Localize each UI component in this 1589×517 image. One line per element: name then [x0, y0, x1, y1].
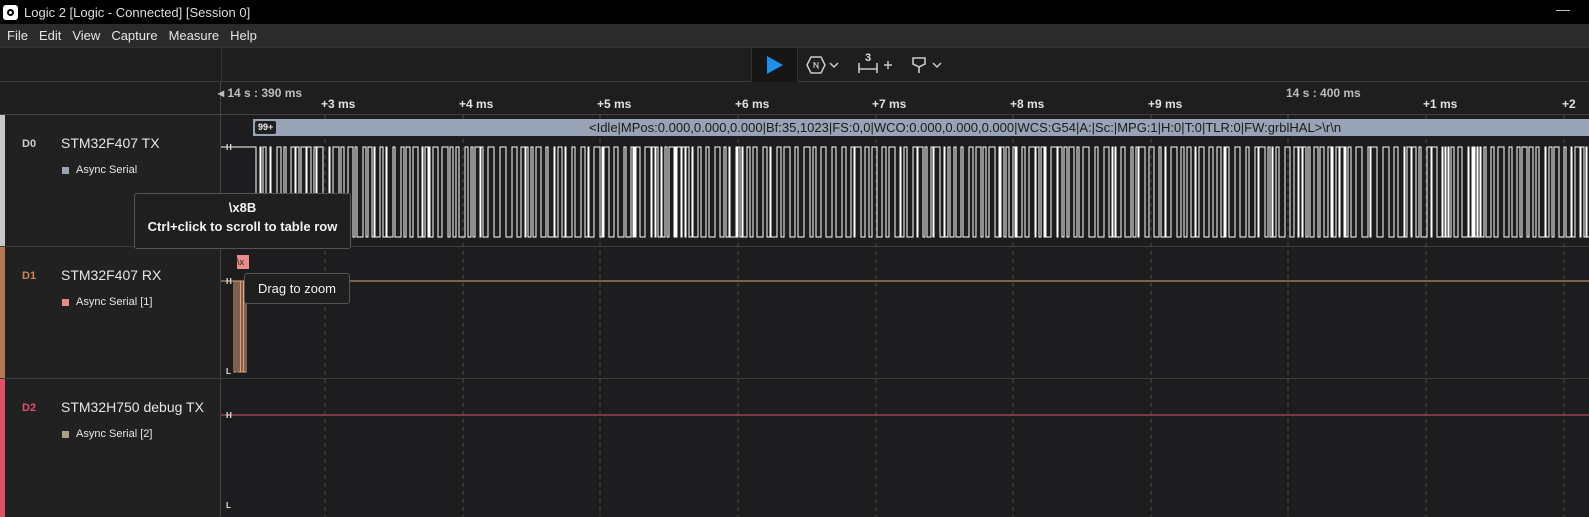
trigger-mode-button[interactable] — [806, 54, 839, 76]
analyzer-swatch — [62, 430, 69, 438]
chevron-down-icon — [932, 62, 942, 69]
ruler-tick-label: +5 ms — [597, 97, 632, 111]
chevron-down-icon — [829, 62, 839, 69]
menu-bar: File Edit View Capture Measure Help — [0, 24, 1589, 47]
ruler-tick-label: +4 ms — [459, 97, 494, 111]
byte-hint: Ctrl+click to scroll to table row — [147, 219, 338, 234]
low-level-marker: L — [226, 367, 231, 376]
analyzer-name: Async Serial — [76, 164, 138, 176]
window-title: Logic 2 [Logic - Connected] [Session 0] — [24, 4, 251, 20]
menu-measure[interactable]: Measure — [169, 28, 220, 43]
high-level-marker: H — [226, 411, 232, 420]
frame-count-badge: 99+ — [255, 121, 277, 134]
decoded-text: <Idle|MPos:0.000,0.000,0.000|Bf:35,1023|… — [589, 120, 1342, 135]
analyzer-label[interactable]: Async Serial — [62, 164, 137, 176]
high-level-marker: H — [226, 277, 232, 286]
ruler-tick-label: +7 ms — [872, 97, 907, 111]
flag-marker-icon — [912, 57, 926, 73]
analyzer-name: Async Serial [1] — [76, 296, 153, 308]
menu-help[interactable]: Help — [230, 28, 257, 43]
decoded-frame-bubble[interactable]: 99+ <Idle|MPos:0.000,0.000,0.000|Bf:35,1… — [253, 119, 1589, 136]
analyzer-label[interactable]: Async Serial [1] — [62, 296, 152, 308]
analyzer-swatch — [62, 166, 69, 174]
start-capture-button[interactable] — [751, 48, 798, 82]
analyzer-swatch — [62, 298, 69, 306]
ruler-tick-label: +6 ms — [735, 97, 770, 111]
ruler-gutter — [0, 82, 221, 115]
channel-color-stripe — [0, 247, 5, 378]
analyzer-label[interactable]: Async Serial [2] — [62, 428, 152, 440]
channel-id: D2 — [22, 402, 37, 414]
channel-name[interactable]: STM32F407 RX — [61, 267, 161, 283]
low-level-marker: L — [226, 501, 231, 510]
channel-name[interactable]: STM32H750 debug TX — [61, 399, 204, 415]
ruler-major-label: ◂ 14 s : 390 ms — [218, 86, 303, 100]
plus-icon — [884, 61, 892, 69]
ruler-tick-label: +8 ms — [1010, 97, 1045, 111]
time-ruler[interactable]: ◂ 14 s : 390 ms 14 s : 400 ms +3 ms +4 m… — [0, 82, 1589, 115]
high-level-marker: H — [226, 143, 232, 152]
menu-view[interactable]: View — [72, 28, 100, 43]
channel-id: D0 — [22, 138, 37, 150]
title-bar: Logic 2 [Logic - Connected] [Session 0] … — [0, 0, 1589, 24]
annotation-marker-button[interactable] — [911, 54, 942, 76]
byte-tooltip: \x8B Ctrl+click to scroll to table row — [134, 193, 351, 249]
minimize-icon[interactable]: — — [1556, 1, 1571, 17]
hexagon-trigger-icon — [806, 56, 826, 74]
channel-header-d2[interactable]: D2 STM32H750 debug TX Async Serial [2] — [0, 379, 221, 517]
channel-header-d1[interactable]: D1 STM32F407 RX Async Serial [1] — [0, 247, 221, 378]
channel-name[interactable]: STM32F407 TX — [61, 135, 160, 151]
analyzer-name: Async Serial [2] — [76, 428, 153, 440]
zoom-tooltip: Drag to zoom — [244, 273, 350, 304]
channel-id: D1 — [22, 270, 37, 282]
d0-waveform — [253, 146, 1589, 238]
menu-capture[interactable]: Capture — [111, 28, 157, 43]
waveform-plot[interactable] — [221, 115, 1589, 517]
ruler-major-label: 14 s : 400 ms — [1286, 86, 1361, 100]
ruler-tick-label: +2 — [1562, 97, 1576, 111]
menu-edit[interactable]: Edit — [39, 28, 61, 43]
channel-color-stripe — [0, 115, 5, 246]
capture-toolbar: 3 — [0, 47, 1589, 83]
toolbar-divider — [221, 48, 222, 83]
channel-color-stripe — [0, 379, 5, 517]
byte-value: \x8B — [228, 200, 257, 215]
logic-app-icon — [3, 4, 18, 20]
ruler-tick-label: +1 ms — [1423, 97, 1458, 111]
menu-file[interactable]: File — [7, 28, 28, 43]
add-timing-marker-button[interactable]: 3 — [857, 52, 893, 76]
ruler-tick-label: +3 ms — [321, 97, 356, 111]
ruler-tick-label: +9 ms — [1148, 97, 1183, 111]
play-icon — [766, 56, 783, 74]
marker-count: 3 — [865, 52, 872, 64]
decoded-byte-chip[interactable]: \x — [237, 255, 249, 269]
d0-serial-burst — [253, 146, 1589, 238]
